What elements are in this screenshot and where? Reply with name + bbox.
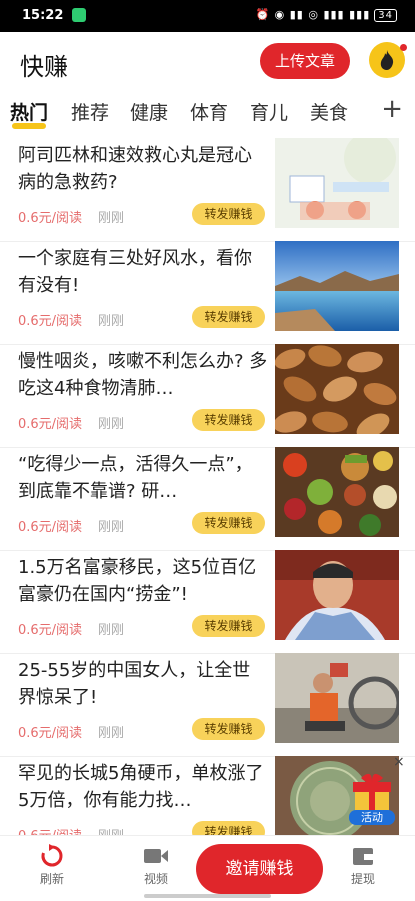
- share-earn-button[interactable]: 转发赚钱: [192, 512, 265, 534]
- article-title[interactable]: 阿司匹林和速效救心丸是冠心病的急救药?: [18, 142, 268, 196]
- article-price: 0.6元/阅读: [18, 726, 83, 741]
- fire-button[interactable]: [369, 42, 407, 78]
- article-time: 刚刚: [98, 623, 125, 638]
- tab-label: 健康: [130, 102, 169, 124]
- article-time: 刚刚: [98, 520, 125, 535]
- businessman-photo: [275, 550, 399, 640]
- tab-sports[interactable]: 体育: [190, 98, 228, 125]
- tab-recommend[interactable]: 推荐: [71, 98, 109, 125]
- promo-close-icon[interactable]: ×: [393, 754, 405, 770]
- food-spread-image: [275, 447, 399, 537]
- article-price: 0.6元/阅读: [18, 520, 83, 535]
- article-item[interactable]: 阿司匹林和速效救心丸是冠心病的急救药? 0.6元/阅读 刚刚 转发赚钱: [0, 138, 415, 242]
- tab-food[interactable]: 美食: [310, 98, 348, 125]
- bottom-navigation: 刷新 视频 邀请赚钱 提现: [0, 835, 415, 901]
- add-tab-button[interactable]: +: [381, 94, 403, 124]
- article-price: 0.6元/阅读: [18, 623, 83, 638]
- article-title[interactable]: 慢性咽炎，咳嗽不利怎么办? 多吃这4种食物清肺…: [18, 348, 268, 402]
- article-item[interactable]: 一个家庭有三处好风水，看你有没有! 0.6元/阅读 刚刚 转发赚钱: [0, 241, 415, 345]
- almonds-image: [275, 344, 399, 434]
- article-thumbnail[interactable]: [275, 653, 399, 743]
- article-time: 刚刚: [98, 726, 125, 741]
- nav-video-label: 视频: [143, 872, 168, 886]
- tab-label: 美食: [310, 102, 349, 124]
- article-price: 0.6元/阅读: [18, 211, 83, 226]
- article-thumbnail[interactable]: [275, 550, 399, 640]
- article-title[interactable]: 一个家庭有三处好风水，看你有没有!: [18, 245, 268, 299]
- article-title[interactable]: 1.5万名富豪移民，这5位百亿富豪仍在国内“捞金”!: [18, 554, 268, 608]
- tab-hot[interactable]: 热门: [10, 98, 49, 129]
- refresh-icon: [41, 844, 63, 867]
- nav-withdraw-label: 提现: [350, 872, 375, 886]
- home-indicator[interactable]: [144, 894, 271, 898]
- upload-article-button[interactable]: 上传文章: [260, 43, 350, 79]
- wallet-icon: [353, 848, 373, 865]
- article-price: 0.6元/阅读: [18, 314, 83, 329]
- share-earn-button[interactable]: 转发赚钱: [192, 718, 265, 740]
- nav-withdraw[interactable]: 提现: [333, 844, 393, 887]
- lake-landscape-image: [275, 241, 399, 331]
- status-icons: ⏰ ◉ ▮▮ ◎ ▮▮▮ ▮▮▮ 34: [255, 8, 397, 22]
- nav-video[interactable]: 视频: [126, 844, 186, 887]
- notification-app-icon: [72, 8, 86, 22]
- promo-label: 活动: [361, 811, 383, 824]
- article-time: 刚刚: [98, 314, 125, 329]
- article-thumbnail[interactable]: [275, 447, 399, 537]
- tab-label: 热门: [10, 102, 49, 124]
- share-earn-button[interactable]: 转发赚钱: [192, 203, 265, 225]
- cartoon-poster-image: [275, 138, 399, 228]
- status-bar: 15:22 ⏰ ◉ ▮▮ ◎ ▮▮▮ ▮▮▮ 34: [0, 0, 415, 32]
- tab-parenting[interactable]: 育儿: [250, 98, 288, 125]
- fire-icon: [380, 50, 394, 70]
- article-thumbnail[interactable]: [275, 344, 399, 434]
- share-earn-button[interactable]: 转发赚钱: [192, 306, 265, 328]
- share-earn-button[interactable]: 转发赚钱: [192, 409, 265, 431]
- article-item[interactable]: “吃得少一点，活得久一点”，到底靠不靠谱? 研… 0.6元/阅读 刚刚 转发赚钱: [0, 447, 415, 551]
- article-item[interactable]: 慢性咽炎，咳嗽不利怎么办? 多吃这4种食物清肺… 0.6元/阅读 刚刚 转发赚钱: [0, 344, 415, 448]
- battery-icon: 34: [374, 9, 397, 22]
- invite-earn-button[interactable]: 邀请赚钱: [196, 844, 323, 894]
- activity-promo[interactable]: 活动: [347, 770, 397, 828]
- status-time: 15:22: [22, 8, 64, 23]
- nav-refresh[interactable]: 刷新: [22, 844, 82, 887]
- article-price: 0.6元/阅读: [18, 417, 83, 432]
- video-icon: [144, 849, 168, 863]
- article-item[interactable]: 25-55岁的中国女人，让全世界惊呆了! 0.6元/阅读 刚刚 转发赚钱: [0, 653, 415, 757]
- woman-worker-photo: [275, 653, 399, 743]
- article-time: 刚刚: [98, 417, 125, 432]
- article-thumbnail[interactable]: [275, 138, 399, 228]
- tab-label: 体育: [190, 102, 229, 124]
- article-title[interactable]: 罕见的长城5角硬币，单枚涨了5万倍，你有能力找…: [18, 760, 268, 814]
- category-tabs: 热门 推荐 健康 体育 育儿 美食 +: [0, 92, 415, 132]
- tab-label: 推荐: [71, 102, 110, 124]
- article-title[interactable]: 25-55岁的中国女人，让全世界惊呆了!: [18, 657, 268, 711]
- nav-refresh-label: 刷新: [39, 872, 64, 886]
- tab-label: 育儿: [250, 102, 289, 124]
- share-earn-button[interactable]: 转发赚钱: [192, 615, 265, 637]
- app-title: 快赚: [20, 53, 68, 81]
- article-thumbnail[interactable]: [275, 241, 399, 331]
- notification-dot: [400, 44, 407, 51]
- top-bar: 快赚 上传文章: [0, 32, 415, 90]
- article-item[interactable]: 1.5万名富豪移民，这5位百亿富豪仍在国内“捞金”! 0.6元/阅读 刚刚 转发…: [0, 550, 415, 654]
- tab-health[interactable]: 健康: [130, 98, 168, 125]
- article-title[interactable]: “吃得少一点，活得久一点”，到底靠不靠谱? 研…: [18, 451, 268, 505]
- article-time: 刚刚: [98, 211, 125, 226]
